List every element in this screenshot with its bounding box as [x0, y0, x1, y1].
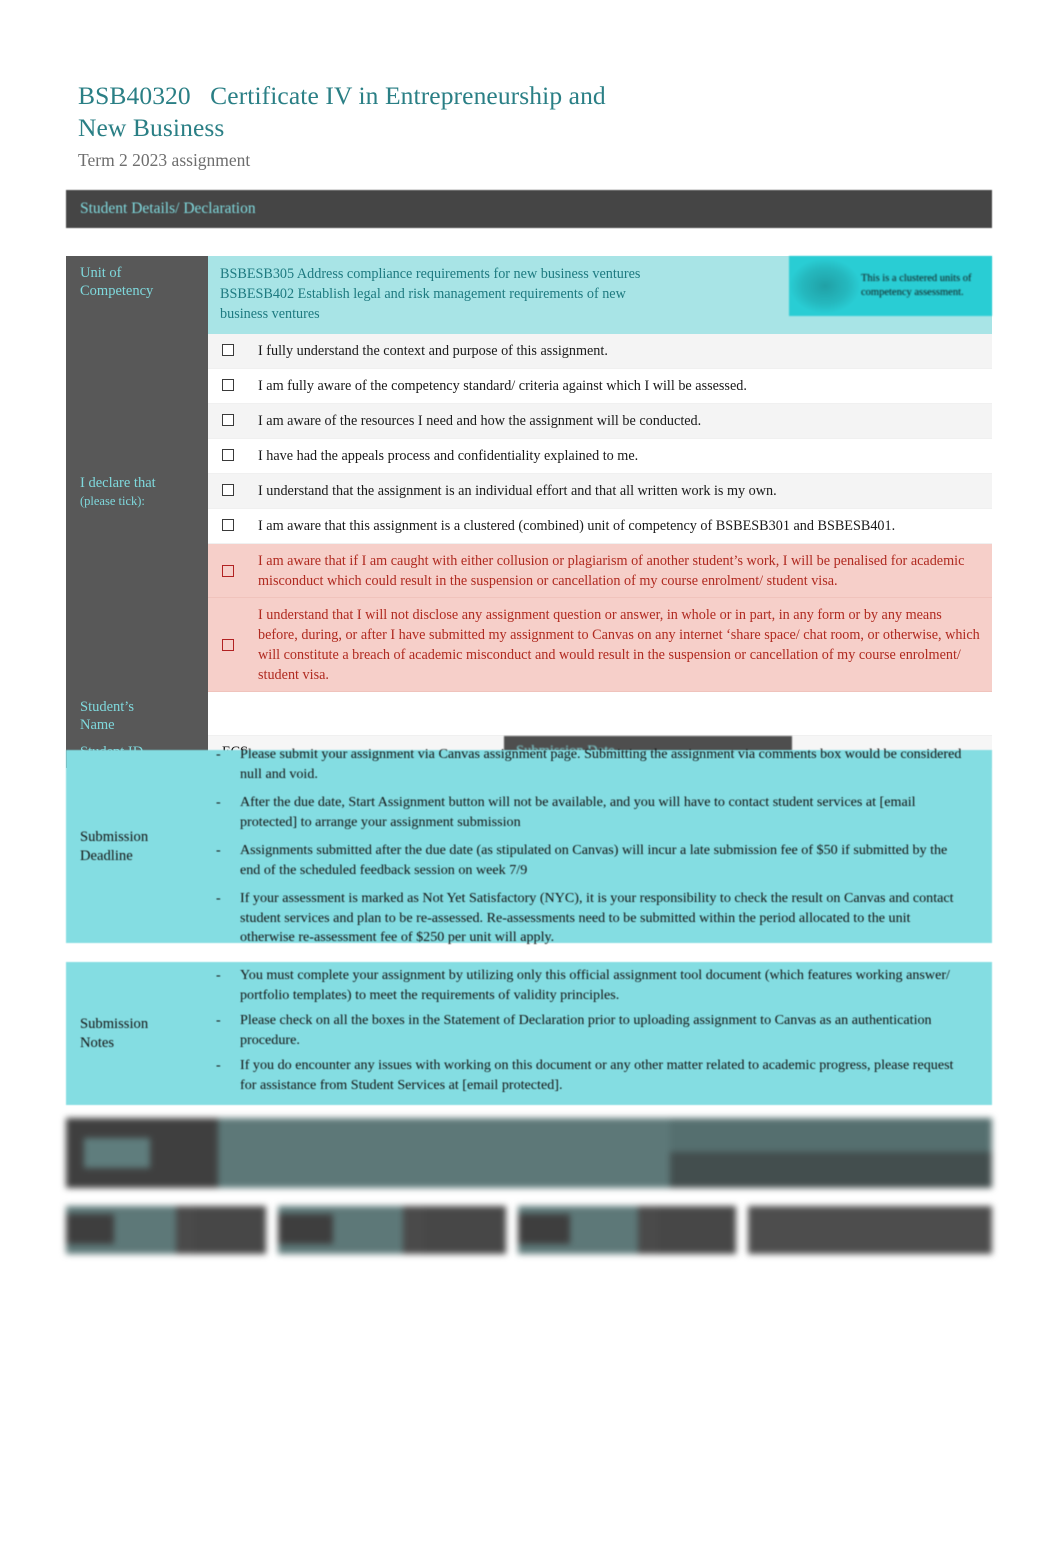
declaration-item[interactable]: I understand that I will not disclose an…: [208, 598, 992, 692]
submission-notes-bullets: - You must complete your assignment by ut…: [208, 962, 992, 1105]
submission-notes-panel: Submission Notes - You must complete your…: [66, 962, 992, 1105]
declaration-block: I declare that (please tick): I fully un…: [66, 334, 992, 692]
declaration-item-text: I understand that the assignment is an i…: [258, 483, 777, 499]
declaration-item-text: I understand that I will not disclose an…: [258, 607, 980, 683]
submission-notes-bullet: - You must complete your assignment by ut…: [208, 966, 968, 1005]
bullet-marker: -: [216, 843, 221, 859]
declaration-item[interactable]: I understand that the assignment is an i…: [208, 474, 992, 509]
bullet-marker: -: [216, 747, 221, 763]
submission-deadline-bullet-text: Assignments submitted after the due date…: [240, 842, 948, 878]
redacted-cell: [748, 1206, 992, 1254]
redacted-banner: [66, 1118, 992, 1188]
submission-notes-bullet-text: Please check on all the boxes in the Sta…: [240, 1012, 932, 1048]
declaration-item-text: I am aware that if I am caught with eith…: [258, 553, 965, 589]
section-header-label: Student Details/ Declaration: [80, 200, 256, 217]
submission-notes-bullet-text: You must complete your assignment by uti…: [240, 967, 950, 1003]
submission-deadline-bullet: - Please submit your assignment via Canva…: [208, 745, 968, 784]
checkbox-icon[interactable]: [222, 449, 234, 461]
redacted-cell: [518, 1206, 736, 1254]
bullet-marker: -: [216, 968, 221, 983]
submission-notes-label: Submission Notes: [80, 1015, 149, 1051]
declaration-item-text: I have had the appeals process and confi…: [258, 448, 639, 464]
declaration-item[interactable]: I am aware that this assignment is a clu…: [208, 509, 992, 544]
submission-deadline-bullets: - Please submit your assignment via Canva…: [208, 746, 992, 945]
declaration-item[interactable]: I have had the appeals process and confi…: [208, 439, 992, 474]
page-title: BSB40320 Certificate IV in Entrepreneurs…: [78, 81, 606, 142]
unit-of-competency-label: Unit of Competency: [66, 256, 208, 334]
declaration-item[interactable]: I am fully aware of the competency stand…: [208, 369, 992, 404]
redacted-banner-seg-c: [218, 1118, 670, 1188]
declaration-items-list: I fully understand the context and purpo…: [208, 334, 992, 692]
bullet-marker: -: [216, 1013, 221, 1028]
declaration-label-main: I declare that: [80, 475, 156, 491]
declaration-label-sub: (please tick):: [80, 494, 145, 508]
student-name-field[interactable]: [208, 692, 992, 736]
submission-notes-bullet: - If you do encounter any issues with wor…: [208, 1056, 968, 1095]
redacted-banner-seg-e: [670, 1152, 992, 1188]
bullet-marker: -: [216, 1058, 221, 1073]
submission-deadline-bullet-text: If your assessment is marked as Not Yet …: [240, 890, 954, 946]
redacted-cell: [66, 1206, 266, 1254]
declaration-item-text: I am fully aware of the competency stand…: [258, 378, 747, 394]
checkbox-icon[interactable]: [222, 344, 234, 356]
submission-deadline-panel: Submission Deadline - Please submit your …: [66, 746, 992, 945]
student-name-row: Student’s Name: [66, 692, 992, 736]
submission-deadline-bullet-text: After the due date, Start Assignment but…: [240, 794, 916, 830]
submission-deadline-bullet-text: Please submit your assignment via Canvas…: [240, 746, 962, 782]
checkbox-icon[interactable]: [222, 414, 234, 426]
declaration-item[interactable]: I am aware of the resources I need and h…: [208, 404, 992, 439]
checkbox-icon[interactable]: [222, 484, 234, 496]
declaration-item-text: I am aware that this assignment is a clu…: [258, 518, 896, 534]
checkbox-icon[interactable]: [222, 519, 234, 531]
clustered-assessment-badge: This is a clustered units of competency …: [789, 256, 992, 316]
checkbox-icon[interactable]: [222, 638, 234, 651]
student-details-table: Unit of Competency BSBESB305 Address com…: [66, 256, 992, 768]
clustered-assessment-text: This is a clustered units of competency …: [861, 273, 972, 298]
submission-deadline-bullet: - If your assessment is marked as Not Yet…: [208, 889, 968, 948]
cluster-icon: [789, 258, 861, 314]
declaration-item[interactable]: I am aware that if I am caught with eith…: [208, 544, 992, 598]
redacted-cell-row: [66, 1206, 992, 1254]
redacted-banner-seg-b: [84, 1138, 150, 1168]
page-subtitle: Term 2 2023 assignment: [78, 150, 251, 170]
unit-of-competency-content: BSBESB305 Address compliance requirement…: [208, 256, 992, 334]
declaration-item[interactable]: I fully understand the context and purpo…: [208, 334, 992, 369]
unit-of-competency-row: Unit of Competency BSBESB305 Address com…: [66, 256, 992, 334]
bullet-marker: -: [216, 795, 221, 811]
section-header-bar: Student Details/ Declaration: [66, 190, 992, 228]
declaration-label-cell: I declare that (please tick):: [66, 334, 208, 692]
student-name-label: Student’s Name: [66, 692, 208, 736]
submission-deadline-bullet: - Assignments submitted after the due dat…: [208, 841, 968, 880]
checkbox-icon[interactable]: [222, 564, 234, 577]
redacted-cell: [278, 1206, 506, 1254]
submission-deadline-bullet: - After the due date, Start Assignment bu…: [208, 793, 968, 832]
submission-notes-bullet-text: If you do encounter any issues with work…: [240, 1057, 954, 1093]
bullet-marker: -: [216, 891, 221, 907]
document-header: BSB40320 Certificate IV in Entrepreneurs…: [78, 80, 778, 172]
checkbox-icon[interactable]: [222, 379, 234, 391]
submission-deadline-label: Submission Deadline: [80, 828, 149, 864]
document-page: BSB40320 Certificate IV in Entrepreneurs…: [0, 0, 1062, 1561]
submission-notes-bullet: - Please check on all the boxes in the St…: [208, 1011, 968, 1050]
declaration-item-text: I fully understand the context and purpo…: [258, 343, 608, 359]
declaration-item-text: I am aware of the resources I need and h…: [258, 413, 702, 429]
